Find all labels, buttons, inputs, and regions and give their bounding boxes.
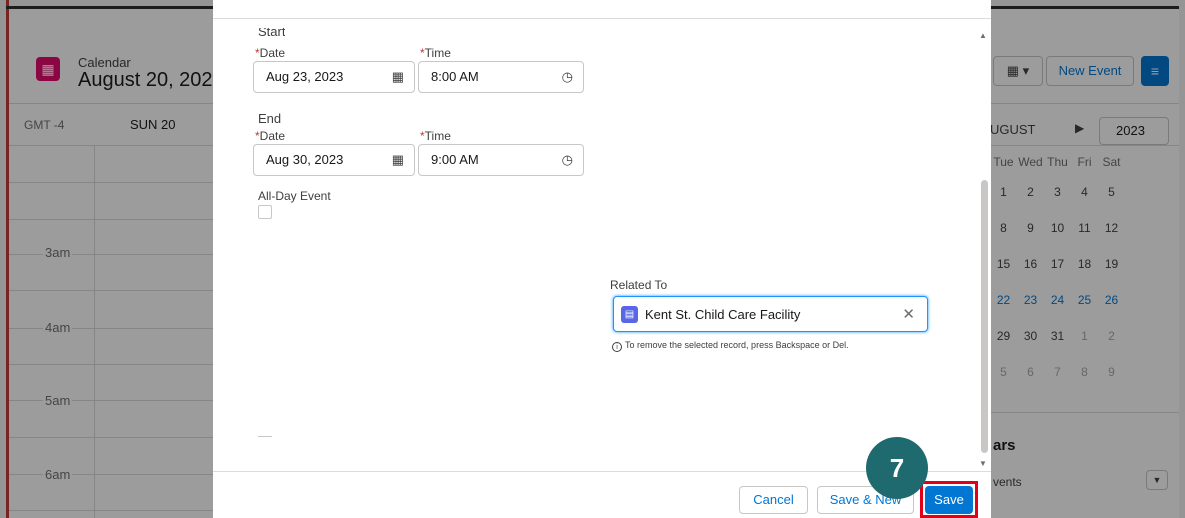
end-time-label: *Time [420,129,451,143]
start-date-label: *Date [255,46,286,60]
end-time-value: 9:00 AM [431,152,479,167]
related-to-value: Kent St. Child Care Facility [645,307,801,322]
start-time-label: *Time [420,46,451,60]
end-time-input[interactable]: 9:00 AM ◷ [418,144,584,176]
modal-header-divider [213,18,991,19]
clock-icon[interactable]: ◷ [562,145,573,175]
start-time-value: 8:00 AM [431,69,479,84]
scroll-up-icon[interactable]: ▲ [979,31,987,40]
start-date-value: Aug 23, 2023 [266,69,344,84]
clock-icon[interactable]: ◷ [562,62,573,92]
end-date-input[interactable]: Aug 30, 2023 ▦ [253,144,415,176]
lookup-hint: i To remove the selected record, press Ba… [612,340,849,352]
end-date-label: *Date [255,129,286,143]
save-button[interactable]: Save [925,486,973,514]
calendar-icon[interactable]: ▦ [392,62,404,92]
all-day-checkbox[interactable] [258,205,272,219]
start-time-input[interactable]: 8:00 AM ◷ [418,61,584,93]
related-to-label: Related To [610,278,668,292]
record-icon: ▤ [621,306,638,323]
start-date-input[interactable]: Aug 23, 2023 ▦ [253,61,415,93]
calendar-icon[interactable]: ▦ [392,145,404,175]
info-icon: i [612,342,622,352]
partial-checkbox[interactable] [258,436,272,440]
close-icon[interactable]: ✕ [902,305,915,323]
scrollbar-thumb[interactable] [981,180,988,453]
related-to-lookup[interactable]: ▤ Kent St. Child Care Facility ✕ [613,296,928,332]
start-section-label: Start [258,28,286,38]
step-badge: 7 [866,437,928,499]
all-day-label: All-Day Event [258,189,331,203]
scroll-down-icon[interactable]: ▼ [979,459,987,468]
cancel-button[interactable]: Cancel [739,486,808,514]
end-date-value: Aug 30, 2023 [266,152,344,167]
end-section-label: End [258,111,282,126]
